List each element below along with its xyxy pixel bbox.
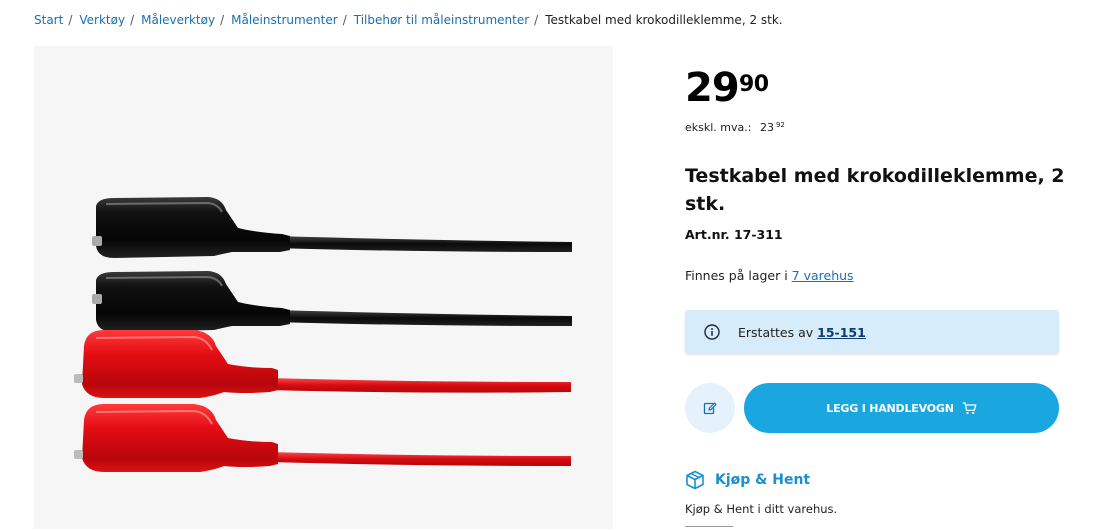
kjop-hent-text: Kjøp & Hent i ditt varehus. [685, 502, 838, 516]
breadcrumb-separator: / [342, 13, 347, 27]
box-icon [685, 470, 705, 490]
price-ex-vat: ekskl. mva.: 23 92 [685, 121, 785, 134]
breadcrumb-verktoy[interactable]: Verktøy [79, 13, 125, 27]
breadcrumb-maleinstrumenter[interactable]: Måleinstrumenter [231, 13, 338, 27]
ex-vat-whole: 23 [759, 121, 774, 134]
breadcrumb-start[interactable]: Start [34, 13, 63, 27]
stock-prefix: Finnes på lager i [685, 268, 788, 283]
info-icon [704, 324, 720, 340]
ex-vat-label: ekskl. mva.: [685, 121, 752, 134]
edit-button[interactable] [685, 383, 735, 433]
price-decimals: 90 [739, 72, 769, 97]
breadcrumb-tilbehor[interactable]: Tilbehør til måleinstrumenter [354, 13, 529, 27]
breadcrumb-separator: / [68, 13, 73, 27]
ex-vat-decimals: 92 [775, 121, 785, 129]
article-number: Art.nr. 17-311 [685, 227, 783, 242]
cart-icon [962, 401, 977, 415]
stock-status: Finnes på lager i 7 varehus [685, 268, 854, 283]
breadcrumb-separator: / [220, 13, 225, 27]
red-lead-2 [74, 404, 571, 472]
replacement-product-link[interactable]: 15-151 [817, 325, 866, 340]
stock-stores-link[interactable]: 7 varehus [792, 268, 854, 283]
breadcrumb-current: Testkabel med krokodilleklemme, 2 stk. [545, 13, 783, 27]
add-to-cart-label: LEGG I HANDLEVOGN [826, 401, 954, 415]
product-title: Testkabel med krokodilleklemme, 2 stk. [685, 165, 1065, 215]
black-lead-2 [92, 271, 572, 332]
price-whole: 29 [685, 65, 740, 111]
product-page: Start / Verktøy / Måleverktøy / Måleinst… [0, 0, 1110, 529]
add-to-cart-button[interactable]: LEGG I HANDLEVOGN [744, 383, 1059, 433]
edit-icon [703, 401, 717, 415]
replacement-notice: Erstattes av 15-151 [685, 310, 1059, 354]
breadcrumb-separator: / [130, 13, 135, 27]
breadcrumb: Start / Verktøy / Måleverktøy / Måleinst… [34, 13, 783, 27]
red-lead-1 [74, 330, 571, 398]
breadcrumb-maleverktoy[interactable]: Måleverktøy [141, 13, 215, 27]
product-image[interactable] [34, 46, 613, 529]
notice-text: Erstattes av [738, 324, 814, 340]
kjop-hent-heading: Kjøp & Hent [685, 470, 810, 490]
breadcrumb-separator: / [534, 13, 539, 27]
kjop-hent-more-text [685, 524, 740, 529]
kjop-hent-title: Kjøp & Hent [715, 472, 811, 488]
test-leads-illustration [74, 197, 572, 472]
black-lead-1 [92, 197, 572, 258]
